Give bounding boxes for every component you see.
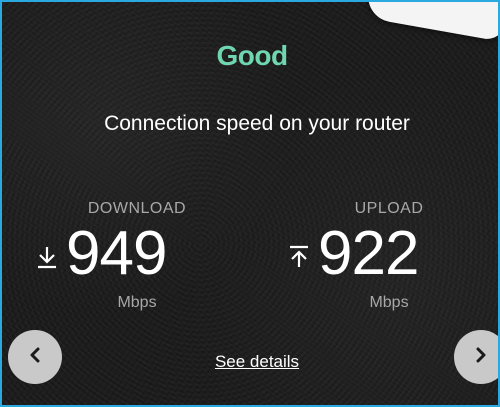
see-details-link[interactable]: See details xyxy=(2,352,498,372)
upload-arrow-icon xyxy=(284,242,314,272)
upload-unit: Mbps xyxy=(369,294,409,311)
speed-subtitle: Connection speed on your router xyxy=(104,112,410,135)
download-arrow-icon xyxy=(32,242,62,272)
speed-card: Good Connection speed on your router DOW… xyxy=(0,0,500,407)
status-label: Good xyxy=(216,40,288,71)
download-label: DOWNLOAD xyxy=(87,200,187,217)
corner-decoration xyxy=(364,2,498,42)
download-unit: Mbps xyxy=(117,294,157,311)
chevron-right-icon xyxy=(474,347,488,368)
download-value: 949 xyxy=(66,219,167,288)
download-value-row: 949 xyxy=(32,222,232,286)
upload-label: UPLOAD xyxy=(354,200,424,217)
upload-value-row: 922 xyxy=(284,222,484,286)
next-button[interactable] xyxy=(454,330,498,384)
upload-value: 922 xyxy=(318,219,419,288)
download-metric: DOWNLOAD 949 Mbps xyxy=(32,200,232,312)
upload-metric: UPLOAD 922 Mbps xyxy=(284,200,484,312)
